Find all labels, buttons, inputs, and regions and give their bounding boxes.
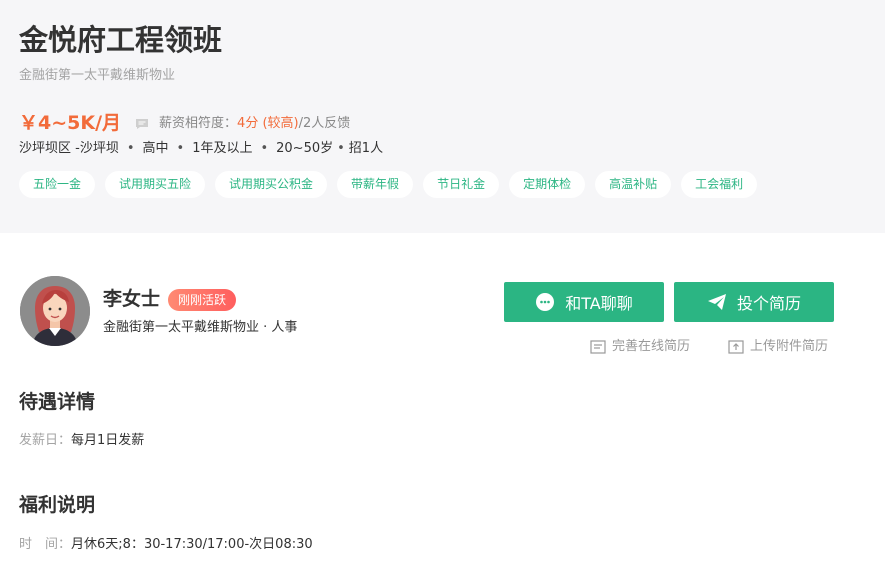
- job-experience: 1年及以上: [192, 141, 253, 156]
- document-icon: [590, 340, 606, 354]
- separator-dot: •: [337, 141, 345, 156]
- job-title: 金悦府工程领班: [19, 23, 223, 57]
- separator-dot: •: [260, 141, 269, 156]
- benefit-tag: 节日礼金: [423, 171, 500, 198]
- separator-dot: •: [126, 141, 135, 156]
- job-age: 20~50岁: [276, 141, 334, 156]
- upload-attachment-resume-link[interactable]: 上传附件简历: [728, 338, 828, 356]
- salary: ￥4~5K/月: [19, 111, 122, 134]
- recruiter-avatar: [20, 276, 90, 346]
- message-icon: [135, 115, 149, 129]
- apply-button-label: 投个简历: [736, 294, 801, 313]
- salary-match-value: 4分 (较高): [237, 115, 299, 131]
- welfare-title: 福利说明: [19, 494, 96, 516]
- chat-button[interactable]: 和TA聊聊: [504, 282, 664, 322]
- chat-icon: [536, 293, 555, 311]
- avatar-illustration-icon: [20, 276, 90, 346]
- pay-details-title: 待遇详情: [19, 391, 96, 413]
- benefit-tags: 五险一金 试用期买五险 试用期买公积金 带薪年假 节日礼金 定期体检 高温补贴 …: [19, 171, 758, 198]
- salary-match-feedback[interactable]: /2人反馈: [299, 112, 351, 131]
- job-header: 金悦府工程领班 金融街第一太平戴维斯物业 ￥4~5K/月 薪资相符度： 4分 (…: [0, 0, 885, 233]
- upload-icon: [728, 340, 744, 354]
- active-status-badge: 刚刚活跃: [168, 289, 237, 311]
- complete-online-resume-link[interactable]: 完善在线简历: [590, 338, 690, 356]
- separator-dot: •: [176, 141, 185, 156]
- work-time-value: 月休6天;8：30-17:30/17:00-次日08:30: [71, 537, 313, 552]
- benefit-tag: 定期体检: [509, 171, 586, 198]
- benefit-tag: 带薪年假: [337, 171, 414, 198]
- benefit-tag: 五险一金: [19, 171, 96, 198]
- apply-button[interactable]: 投个简历: [674, 282, 834, 322]
- company-name[interactable]: 金融街第一太平戴维斯物业: [19, 67, 175, 85]
- job-headcount: 招1人: [348, 141, 384, 156]
- chat-button-label: 和TA聊聊: [565, 294, 633, 313]
- complete-online-resume-label: 完善在线简历: [612, 339, 691, 354]
- job-location: 沙坪坝区 -沙坪坝: [19, 141, 119, 156]
- benefit-tag: 工会福利: [681, 171, 758, 198]
- pay-day-row: 发薪日：每月1日发薪: [19, 432, 144, 450]
- job-education: 高中: [142, 141, 169, 156]
- upload-attachment-resume-label: 上传附件简历: [750, 339, 829, 354]
- recruiter-name: 李女士: [103, 288, 161, 310]
- salary-match-label: 薪资相符度：: [159, 115, 238, 131]
- pay-day-value: 每月1日发薪: [71, 433, 145, 448]
- salary-row: ￥4~5K/月 薪资相符度： 4分 (较高) /2人反馈: [19, 107, 350, 135]
- benefit-tag: 高温补贴: [595, 171, 672, 198]
- work-time-row: 时 间：月休6天;8：30-17:30/17:00-次日08:30: [19, 536, 313, 554]
- job-meta: 沙坪坝区 -沙坪坝 • 高中 • 1年及以上 • 20~50岁 • 招1人: [19, 140, 383, 158]
- pay-day-label: 发薪日：: [19, 433, 72, 448]
- work-time-label: 时 间：: [19, 537, 72, 552]
- send-icon: [707, 294, 726, 310]
- benefit-tag: 试用期买五险: [105, 171, 206, 198]
- recruiter-title: 金融街第一太平戴维斯物业 · 人事: [103, 320, 298, 335]
- benefit-tag: 试用期买公积金: [215, 171, 328, 198]
